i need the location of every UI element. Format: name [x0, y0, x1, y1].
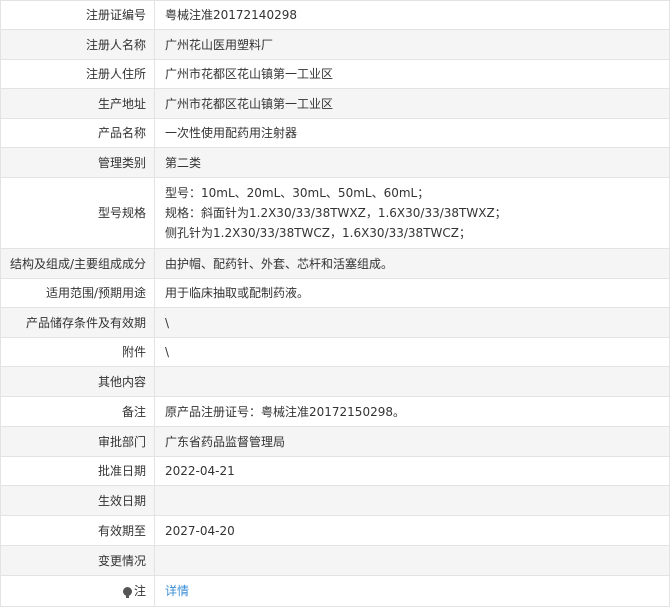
label-other-content: 其他内容 — [0, 366, 155, 397]
value-note: 详情 — [154, 575, 670, 607]
model-spec-line: 侧孔针为1.2X30/33/38TWCZ，1.6X30/33/38TWCZ； — [165, 226, 471, 240]
value-approval-department: 广东省药品监督管理局 — [154, 426, 670, 457]
label-intended-use: 适用范围/预期用途 — [0, 278, 155, 308]
label-expiry-date: 有效期至 — [0, 515, 155, 546]
table-row-production-address: 生产地址 广州市花都区花山镇第一工业区 — [0, 88, 670, 119]
label-product-name: 产品名称 — [0, 118, 155, 148]
model-spec-line: 规格：斜面针为1.2X30/33/38TWXZ，1.6X30/33/38TWXZ… — [165, 206, 507, 220]
label-storage: 产品储存条件及有效期 — [0, 307, 155, 338]
table-row-approval-department: 审批部门 广东省药品监督管理局 — [0, 426, 670, 457]
table-row-note: 注 详情 — [0, 575, 670, 607]
table-row-registrant-address: 注册人住所 广州市花都区花山镇第一工业区 — [0, 59, 670, 89]
label-change-status: 变更情况 — [0, 545, 155, 576]
table-row-intended-use: 适用范围/预期用途 用于临床抽取或配制药液。 — [0, 278, 670, 308]
table-row-management-category: 管理类别 第二类 — [0, 147, 670, 178]
value-change-status — [154, 545, 670, 576]
model-spec-line: 型号：10mL、20mL、30mL、50mL、60mL； — [165, 186, 430, 200]
label-remarks: 备注 — [0, 396, 155, 427]
value-product-name: 一次性使用配药用注射器 — [154, 118, 670, 148]
lightbulb-icon — [122, 587, 132, 598]
table-row-registrant-name: 注册人名称 广州花山医用塑料厂 — [0, 29, 670, 60]
value-registrant-name: 广州花山医用塑料厂 — [154, 29, 670, 60]
table-row-approval-date: 批准日期 2022-04-21 — [0, 456, 670, 486]
label-attachment: 附件 — [0, 337, 155, 367]
value-other-content — [154, 366, 670, 397]
value-approval-date: 2022-04-21 — [154, 456, 670, 486]
label-structure: 结构及组成/主要组成成分 — [0, 248, 155, 279]
details-link[interactable]: 详情 — [165, 584, 189, 598]
table-row-expiry-date: 有效期至 2027-04-20 — [0, 515, 670, 546]
value-registration-number: 粤械注准20172140298 — [154, 0, 670, 30]
label-effective-date: 生效日期 — [0, 485, 155, 516]
value-production-address: 广州市花都区花山镇第一工业区 — [154, 88, 670, 119]
table-row-model-spec: 型号规格 型号：10mL、20mL、30mL、50mL、60mL； 规格：斜面针… — [0, 177, 670, 249]
value-remarks: 原产品注册证号：粤械注准20172150298。 — [154, 396, 670, 427]
value-effective-date — [154, 485, 670, 516]
value-management-category: 第二类 — [154, 147, 670, 178]
table-row-attachment: 附件 \ — [0, 337, 670, 367]
table-row-storage: 产品储存条件及有效期 \ — [0, 307, 670, 338]
label-note-text: 注 — [133, 584, 146, 598]
value-model-spec: 型号：10mL、20mL、30mL、50mL、60mL； 规格：斜面针为1.2X… — [154, 177, 670, 249]
table-row-structure: 结构及组成/主要组成成分 由护帽、配药针、外套、芯杆和活塞组成。 — [0, 248, 670, 279]
label-production-address: 生产地址 — [0, 88, 155, 119]
table-row-registration-number: 注册证编号 粤械注准20172140298 — [0, 0, 670, 30]
label-note: 注 — [0, 575, 155, 607]
table-row-change-status: 变更情况 — [0, 545, 670, 576]
label-approval-date: 批准日期 — [0, 456, 155, 486]
value-registrant-address: 广州市花都区花山镇第一工业区 — [154, 59, 670, 89]
label-model-spec: 型号规格 — [0, 177, 155, 249]
table-row-effective-date: 生效日期 — [0, 485, 670, 516]
value-expiry-date: 2027-04-20 — [154, 515, 670, 546]
label-registration-number: 注册证编号 — [0, 0, 155, 30]
value-intended-use: 用于临床抽取或配制药液。 — [154, 278, 670, 308]
value-storage: \ — [154, 307, 670, 338]
table-row-product-name: 产品名称 一次性使用配药用注射器 — [0, 118, 670, 148]
value-structure: 由护帽、配药针、外套、芯杆和活塞组成。 — [154, 248, 670, 279]
label-registrant-name: 注册人名称 — [0, 29, 155, 60]
table-row-remarks: 备注 原产品注册证号：粤械注准20172150298。 — [0, 396, 670, 427]
value-attachment: \ — [154, 337, 670, 367]
registration-detail-table: 注册证编号 粤械注准20172140298 注册人名称 广州花山医用塑料厂 注册… — [0, 0, 670, 607]
label-management-category: 管理类别 — [0, 147, 155, 178]
table-row-other-content: 其他内容 — [0, 366, 670, 397]
label-registrant-address: 注册人住所 — [0, 59, 155, 89]
label-approval-department: 审批部门 — [0, 426, 155, 457]
